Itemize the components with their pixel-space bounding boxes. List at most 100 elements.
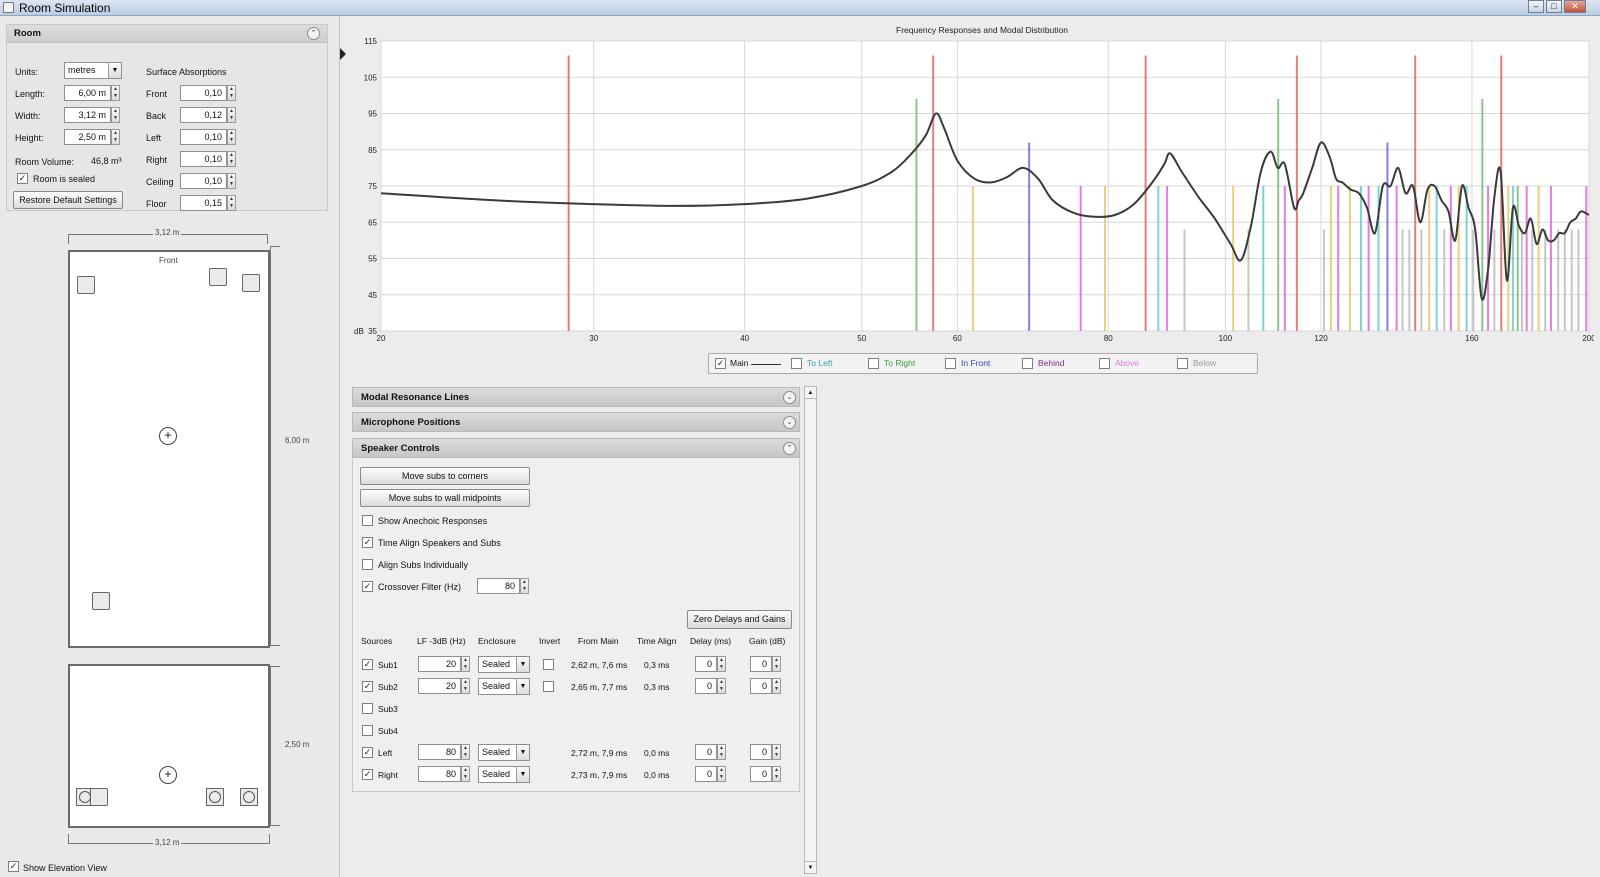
sub1-lf-spinner[interactable]: ▲ ▼: [461, 656, 470, 672]
right-delay-field[interactable]: 0: [695, 766, 717, 782]
right-enclosure-select[interactable]: Sealed ▼: [478, 766, 530, 783]
left-lf-spinner[interactable]: ▲ ▼: [461, 744, 470, 760]
legend-to-right-checkbox[interactable]: [868, 358, 879, 369]
sub2-delay-spinner[interactable]: ▲ ▼: [717, 678, 726, 694]
show-elevation-checkbox[interactable]: ✓: [8, 861, 19, 872]
legend-main-checkbox[interactable]: ✓: [715, 358, 726, 369]
right-checkbox[interactable]: ✓: [362, 769, 373, 780]
sub1-invert-checkbox[interactable]: [543, 659, 554, 670]
sub1-gain-field[interactable]: 0: [750, 656, 772, 672]
maximize-button[interactable]: □: [1546, 0, 1562, 13]
sub2-gain-field[interactable]: 0: [750, 678, 772, 694]
absorption-field-left[interactable]: 0,10: [180, 129, 227, 145]
move-subs-corners-button[interactable]: Move subs to corners: [360, 467, 530, 485]
collapse-icon[interactable]: ⌃: [307, 27, 320, 40]
legend-in-front-checkbox[interactable]: [945, 358, 956, 369]
sub1-gain-spinner[interactable]: ▲ ▼: [772, 656, 781, 672]
expand-icon[interactable]: ⌄: [783, 416, 796, 429]
sub2-lf-field[interactable]: 20: [418, 678, 461, 694]
sub1-icon[interactable]: [92, 592, 110, 610]
speaker-left-icon[interactable]: [77, 276, 95, 294]
scroll-down-icon[interactable]: ▼: [805, 861, 816, 873]
close-button[interactable]: ✕: [1564, 0, 1586, 13]
plan-view-room[interactable]: Front +: [68, 250, 270, 648]
left-delay-field[interactable]: 0: [695, 744, 717, 760]
absorption-spinner-back[interactable]: ▲ ▼: [227, 107, 236, 123]
speaker-right-icon[interactable]: [242, 274, 260, 292]
legend-behind-checkbox[interactable]: [1022, 358, 1033, 369]
elevation-view-room[interactable]: +: [68, 664, 270, 828]
align-subs-checkbox[interactable]: [362, 559, 373, 570]
show-anechoic-checkbox[interactable]: [362, 515, 373, 526]
sealed-checkbox[interactable]: ✓: [17, 173, 28, 184]
left-enclosure-select[interactable]: Sealed ▼: [478, 744, 530, 761]
sub2-lf-spinner[interactable]: ▲ ▼: [461, 678, 470, 694]
sub4-checkbox[interactable]: [362, 725, 373, 736]
sub1-enclosure-select[interactable]: Sealed ▼: [478, 656, 530, 673]
expand-icon[interactable]: ⌄: [783, 391, 796, 404]
restore-defaults-button[interactable]: Restore Default Settings: [13, 191, 123, 209]
width-spinner[interactable]: ▲ ▼: [111, 107, 120, 123]
move-subs-midpoints-button[interactable]: Move subs to wall midpoints: [360, 489, 530, 507]
left-gain-spinner[interactable]: ▲ ▼: [772, 744, 781, 760]
scroll-up-icon[interactable]: ▲: [805, 387, 816, 399]
legend-above-checkbox[interactable]: [1099, 358, 1110, 369]
sub1-delay-spinner[interactable]: ▲ ▼: [717, 656, 726, 672]
width-field[interactable]: 3,12 m: [64, 107, 111, 123]
absorption-field-right[interactable]: 0,10: [180, 151, 227, 167]
crossover-field[interactable]: 80: [477, 578, 520, 594]
collapse-icon[interactable]: ⌃: [783, 442, 796, 455]
minimize-button[interactable]: –: [1528, 0, 1544, 13]
sub2-gain-spinner[interactable]: ▲ ▼: [772, 678, 781, 694]
microphone-icon[interactable]: +: [159, 427, 177, 445]
elevation-speaker-right-icon[interactable]: [240, 788, 258, 806]
right-gain-spinner[interactable]: ▲ ▼: [772, 766, 781, 782]
absorption-spinner-ceiling[interactable]: ▲ ▼: [227, 173, 236, 189]
zero-delays-gains-button[interactable]: Zero Delays and Gains: [687, 610, 792, 629]
sub2-enclosure-select[interactable]: Sealed ▼: [478, 678, 530, 695]
height-field[interactable]: 2,50 m: [64, 129, 111, 145]
left-lf-field[interactable]: 80: [418, 744, 461, 760]
absorption-field-back[interactable]: 0,12: [180, 107, 227, 123]
absorption-spinner-left[interactable]: ▲ ▼: [227, 129, 236, 145]
right-lf-spinner[interactable]: ▲ ▼: [461, 766, 470, 782]
left-gain-field[interactable]: 0: [750, 744, 772, 760]
sub3-checkbox[interactable]: [362, 703, 373, 714]
right-lf-field[interactable]: 80: [418, 766, 461, 782]
absorption-spinner-right[interactable]: ▲ ▼: [227, 151, 236, 167]
room-panel-header[interactable]: Room ⌃: [7, 25, 327, 43]
absorption-spinner-front[interactable]: ▲ ▼: [227, 85, 236, 101]
absorption-field-ceiling[interactable]: 0,10: [180, 173, 227, 189]
time-align-checkbox[interactable]: ✓: [362, 537, 373, 548]
sub2-icon[interactable]: [209, 268, 227, 286]
left-checkbox[interactable]: ✓: [362, 747, 373, 758]
vertical-scrollbar[interactable]: ▲ ▼: [804, 386, 817, 874]
sub1-delay-field[interactable]: 0: [695, 656, 717, 672]
units-select[interactable]: metres ▼: [64, 62, 122, 79]
absorption-spinner-floor[interactable]: ▲ ▼: [227, 195, 236, 211]
absorption-field-front[interactable]: 0,10: [180, 85, 227, 101]
legend-below-checkbox[interactable]: [1177, 358, 1188, 369]
right-delay-spinner[interactable]: ▲ ▼: [717, 766, 726, 782]
modal-resonance-header[interactable]: Modal Resonance Lines ⌄: [352, 387, 800, 407]
sub2-invert-checkbox[interactable]: [543, 681, 554, 692]
elevation-sub1-icon[interactable]: [90, 788, 108, 806]
chevron-down-icon: ▼: [108, 63, 121, 78]
sub2-delay-field[interactable]: 0: [695, 678, 717, 694]
crossover-checkbox[interactable]: ✓: [362, 581, 373, 592]
sub1-lf-field[interactable]: 20: [418, 656, 461, 672]
legend-to-left-checkbox[interactable]: [791, 358, 802, 369]
length-field[interactable]: 6,00 m: [64, 85, 111, 101]
sub2-checkbox[interactable]: ✓: [362, 681, 373, 692]
height-spinner[interactable]: ▲ ▼: [111, 129, 120, 145]
elevation-sub2-icon[interactable]: [206, 788, 224, 806]
right-gain-field[interactable]: 0: [750, 766, 772, 782]
elevation-microphone-icon[interactable]: +: [159, 766, 177, 784]
length-spinner[interactable]: ▲ ▼: [111, 85, 120, 101]
crossover-spinner[interactable]: ▲ ▼: [520, 578, 529, 594]
speaker-controls-header[interactable]: Speaker Controls ⌃: [352, 438, 800, 458]
left-delay-spinner[interactable]: ▲ ▼: [717, 744, 726, 760]
microphone-positions-header[interactable]: Microphone Positions ⌄: [352, 412, 800, 432]
sub1-checkbox[interactable]: ✓: [362, 659, 373, 670]
absorption-field-floor[interactable]: 0,15: [180, 195, 227, 211]
